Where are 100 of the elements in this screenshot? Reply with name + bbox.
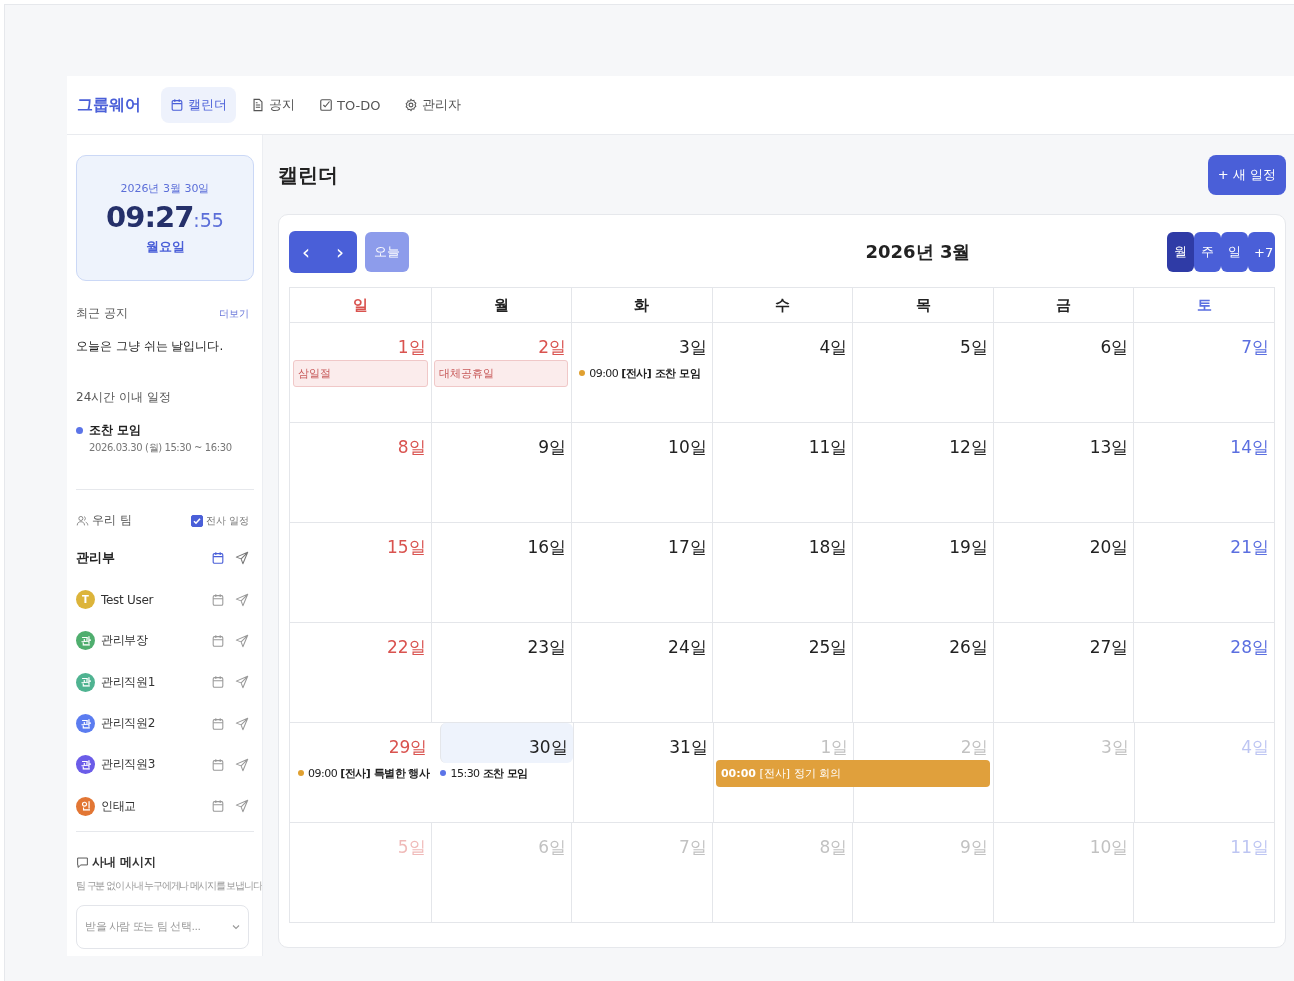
nav-tab[interactable]: 관리자 xyxy=(395,87,471,123)
section-title: 최근 공지 xyxy=(76,305,128,322)
calendar-icon[interactable] xyxy=(211,757,225,772)
more-link[interactable]: 더보기 xyxy=(219,306,249,321)
send-icon[interactable] xyxy=(235,633,249,648)
day-number: 25일 xyxy=(808,636,849,659)
section-title: 우리 팀 xyxy=(92,512,132,529)
member-avatar: 관 xyxy=(76,631,95,651)
notice-item[interactable]: 오늘은 그냥 쉬는 날입니다. xyxy=(76,338,254,355)
member-name[interactable]: 관리부장 xyxy=(101,632,148,650)
checkbox-label: 전사 일정 xyxy=(205,513,249,528)
holiday-label[interactable]: 삼일절 xyxy=(293,359,428,387)
weekday-header: 수 xyxy=(711,288,853,322)
document-icon xyxy=(251,98,265,112)
day-number: 3일 xyxy=(1100,736,1130,759)
day-number: 19일 xyxy=(949,536,989,559)
day-number: 17일 xyxy=(668,536,708,559)
day-number: 24일 xyxy=(668,636,708,659)
send-icon[interactable] xyxy=(235,675,249,690)
member-avatar: 관 xyxy=(76,714,95,734)
weekday-header: 금 xyxy=(992,288,1134,322)
calendar-icon[interactable] xyxy=(211,716,225,731)
day-number: 11일 xyxy=(808,436,849,459)
day-number: 30일 xyxy=(529,736,569,759)
send-icon[interactable] xyxy=(235,799,249,814)
previous-button[interactable]: ‹ xyxy=(289,231,323,273)
day-number: 21일 xyxy=(1230,536,1270,559)
member-name[interactable]: 인태교 xyxy=(101,797,137,815)
day-number: 4일 xyxy=(1241,736,1270,759)
view-tab[interactable]: 월 xyxy=(1167,232,1194,272)
team-name: 관리부 xyxy=(76,549,115,567)
event-entry[interactable]: 09:00 [전사] 특별한 행사 xyxy=(308,765,430,781)
holiday-label[interactable]: 대체공휴일 xyxy=(433,359,569,387)
day-number: 8일 xyxy=(397,436,427,459)
day-number: 1일 xyxy=(820,736,850,759)
day-number: 6일 xyxy=(538,836,568,859)
member-name[interactable]: 관리직원3 xyxy=(101,756,156,774)
new-event-button[interactable]: + 새 일정 xyxy=(1207,155,1286,195)
day-number: 5일 xyxy=(960,336,989,359)
calendar-icon[interactable] xyxy=(211,633,225,648)
day-number: 16일 xyxy=(527,536,568,559)
day-number: 14일 xyxy=(1230,436,1270,459)
day-number: 2일 xyxy=(538,336,568,359)
view-tab[interactable]: 주 xyxy=(1194,232,1221,272)
section-title: 사내 메시지 xyxy=(92,853,157,871)
member-name[interactable]: Test User xyxy=(101,592,154,607)
day-number: 13일 xyxy=(1089,436,1130,459)
company-schedule-checkbox[interactable] xyxy=(190,514,203,527)
member-avatar: 관 xyxy=(76,755,95,775)
event-entry[interactable]: 09:00 [전사] 조찬 모임 xyxy=(589,365,701,381)
section-hint: 팀 구분 없이 사내 누구에게나 메시지를 보냅니다. xyxy=(76,878,262,893)
day-number: 15일 xyxy=(386,536,427,559)
member-name[interactable]: 관리직원2 xyxy=(101,715,156,733)
nav-tab[interactable]: TO-DO xyxy=(310,88,390,122)
day-number: 11일 xyxy=(1230,836,1270,859)
calendar-icon[interactable] xyxy=(211,675,225,690)
event-entry[interactable]: 15:30 조찬 모임 xyxy=(450,765,528,781)
day-number: 8일 xyxy=(819,836,849,859)
view-tab[interactable]: 일 xyxy=(1221,232,1248,272)
weekday-header: 월 xyxy=(430,288,572,322)
member-avatar: T xyxy=(76,590,95,610)
day-number: 9일 xyxy=(538,436,568,459)
calendar-icon[interactable] xyxy=(211,551,225,565)
chat-icon xyxy=(76,855,89,869)
clock-weekday: 월요일 xyxy=(145,237,185,256)
send-icon[interactable] xyxy=(235,757,249,772)
day-number: 3일 xyxy=(678,336,708,359)
weekday-header: 토 xyxy=(1133,288,1274,322)
send-icon[interactable] xyxy=(235,551,249,565)
app-logo[interactable]: 그룹웨어 xyxy=(77,94,141,116)
calendar-icon[interactable] xyxy=(211,592,225,607)
checkbox-icon xyxy=(319,98,333,112)
people-icon xyxy=(76,514,89,527)
day-number: 4일 xyxy=(819,336,849,359)
day-number: 26일 xyxy=(949,636,989,659)
nav-tab[interactable]: 공지 xyxy=(242,87,304,123)
day-number: 9일 xyxy=(960,836,989,859)
send-icon[interactable] xyxy=(235,592,249,607)
nav-tab[interactable]: 캘린더 xyxy=(161,87,236,123)
calendar-icon[interactable] xyxy=(211,799,225,814)
recipient-select[interactable]: 받을 사람 또는 팀 선택... xyxy=(76,904,249,949)
day-number: 7일 xyxy=(678,836,708,859)
day-number: 7일 xyxy=(1241,336,1270,359)
event-time: 2026.03.30 (월) 15:30 ~ 16:30 xyxy=(89,441,232,455)
day-number: 5일 xyxy=(397,836,427,859)
weekday-header: 일 xyxy=(351,294,369,316)
day-number: 28일 xyxy=(1230,636,1270,659)
event-title[interactable]: 조찬 모임 xyxy=(89,422,232,439)
view-tab[interactable]: +7 xyxy=(1248,232,1275,272)
day-number: 18일 xyxy=(808,536,849,559)
day-number: 29일 xyxy=(388,736,429,759)
day-number: 20일 xyxy=(1089,536,1130,559)
send-icon[interactable] xyxy=(235,716,249,731)
clock-time: 09:27 xyxy=(106,199,194,234)
next-button[interactable]: › xyxy=(323,231,357,273)
member-name[interactable]: 관리직원1 xyxy=(101,673,156,691)
weekday-header: 목 xyxy=(852,288,993,322)
settings-icon xyxy=(404,98,419,112)
weekday-header: 화 xyxy=(571,288,712,322)
day-number: 1일 xyxy=(397,336,427,359)
